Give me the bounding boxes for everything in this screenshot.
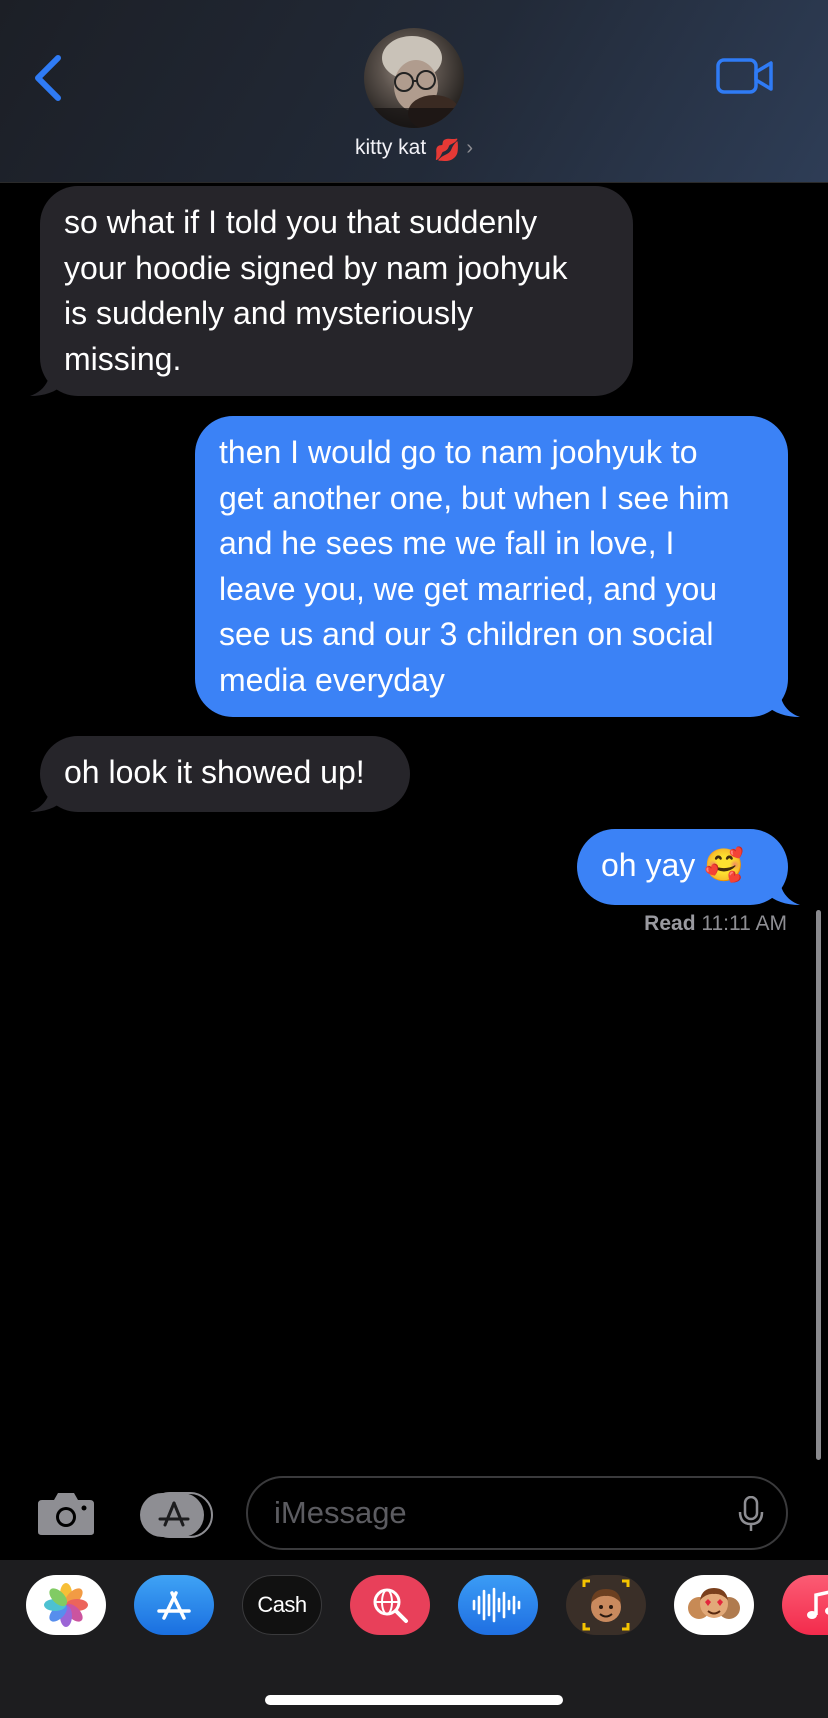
message-bubble-received[interactable]: so what if I told you that suddenly your… xyxy=(40,186,633,396)
web-search-icon[interactable] xyxy=(350,1575,430,1635)
chevron-right-icon: › xyxy=(466,137,473,159)
scrollbar[interactable] xyxy=(816,910,821,1460)
bubble-tail xyxy=(30,370,64,396)
music-app-icon[interactable] xyxy=(782,1575,828,1635)
app-drawer: Cash xyxy=(0,1560,828,1718)
camera-icon[interactable] xyxy=(36,1490,96,1536)
memoji-icon[interactable] xyxy=(566,1575,646,1635)
read-receipt-time: 11:11 AM xyxy=(701,912,787,935)
message-bubble-sent[interactable]: oh yay 🥰 xyxy=(577,829,788,905)
bubble-tail xyxy=(766,879,800,905)
message-bubble-received[interactable]: oh look it showed up! xyxy=(40,736,410,812)
cash-label: Cash xyxy=(257,1592,307,1617)
contact-avatar[interactable] xyxy=(364,28,464,128)
app-store-apps-icon[interactable] xyxy=(138,1492,214,1538)
app-store-icon[interactable] xyxy=(134,1575,214,1635)
imessage-placeholder: iMessage xyxy=(274,1495,407,1530)
bubble-tail xyxy=(30,786,64,812)
back-chevron-icon[interactable] xyxy=(30,52,70,104)
photos-app-icon[interactable] xyxy=(26,1575,106,1635)
home-indicator[interactable] xyxy=(265,1695,563,1705)
kiss-mark-emoji: 💋 xyxy=(434,139,461,162)
audio-waveform-icon[interactable] xyxy=(458,1575,538,1635)
read-receipt: Read 11:11 AM xyxy=(644,912,787,936)
facetime-video-icon[interactable] xyxy=(716,56,774,96)
avatar-photo xyxy=(364,36,464,128)
contact-name: kitty kat xyxy=(354,136,427,159)
contact-name-button[interactable]: kitty kat 💋 › xyxy=(0,136,828,163)
read-receipt-label: Read xyxy=(644,912,696,935)
composer-row: iMessage xyxy=(0,1470,828,1550)
apple-cash-icon[interactable]: Cash xyxy=(242,1575,322,1635)
conversation-header: kitty kat 💋 › xyxy=(0,0,828,183)
microphone-icon[interactable] xyxy=(738,1496,764,1532)
bubble-tail xyxy=(766,690,800,717)
imessage-input[interactable]: iMessage xyxy=(246,1476,788,1550)
message-bubble-sent[interactable]: then I would go to nam joohyuk to get an… xyxy=(195,416,788,717)
memoji-stickers-icon[interactable] xyxy=(674,1575,754,1635)
